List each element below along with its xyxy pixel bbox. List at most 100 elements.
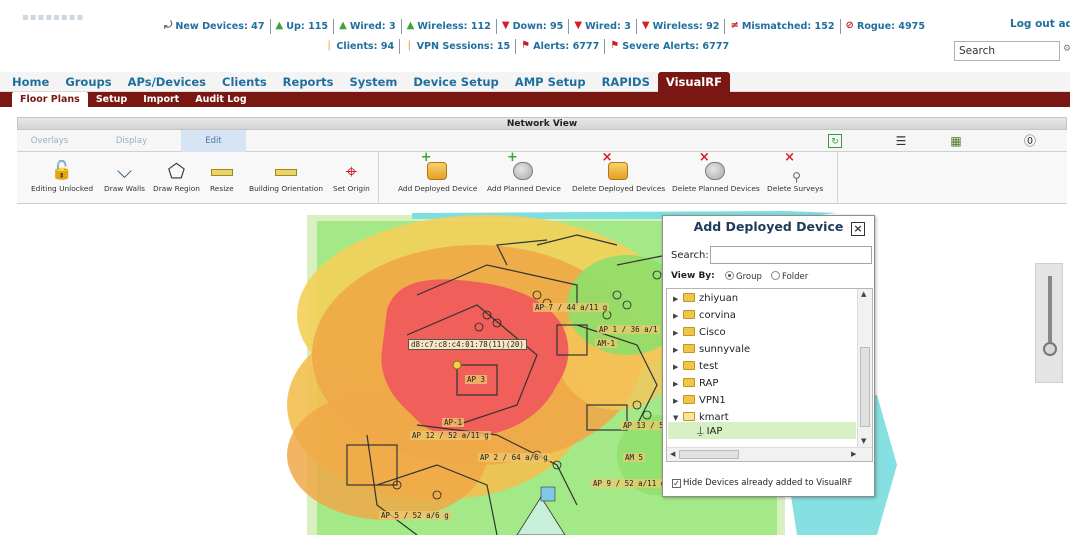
search-input[interactable]: Search — [954, 41, 1060, 61]
scroll-thumb[interactable] — [860, 347, 870, 427]
close-icon[interactable]: × — [851, 222, 865, 236]
scroll-right-icon[interactable]: ▶ — [851, 450, 856, 458]
vertical-scrollbar[interactable]: ▲ ▼ — [857, 289, 872, 447]
tab-amp-setup[interactable]: AMP Setup — [507, 72, 594, 92]
expand-arrow-icon[interactable]: ▶ — [673, 342, 683, 358]
subtab-floor-plans[interactable]: Floor Plans — [12, 92, 88, 107]
search-label: Search: — [671, 250, 709, 261]
view-by-group-radio[interactable]: Group — [725, 271, 762, 282]
subtab-audit-log[interactable]: Audit Log — [187, 92, 254, 107]
delete-surveys-button[interactable]: × ⚲ Delete Surveys — [767, 151, 823, 202]
expand-arrow-icon[interactable]: ▶ — [673, 291, 683, 307]
stat-vpn-sessions[interactable]: ❘ VPN Sessions: 15 — [400, 38, 517, 54]
search-options-icon[interactable]: ⚙ — [1063, 44, 1070, 54]
view-by-folder-radio[interactable]: Folder — [771, 271, 808, 282]
list-view-icon[interactable]: ☰ — [894, 134, 908, 148]
hide-added-devices-checkbox[interactable]: ✓ Hide Devices already added to VisualRF — [672, 478, 852, 488]
stat-mismatched[interactable]: ≠ Mismatched: 152 — [725, 18, 841, 34]
expand-arrow-icon[interactable]: ▶ — [673, 376, 683, 392]
collapse-arrow-icon[interactable]: ▼ — [673, 410, 683, 426]
expand-arrow-icon[interactable]: ▶ — [673, 325, 683, 341]
ap-label[interactable]: AP 1 / 36 a/1 — [597, 325, 660, 334]
delete-deployed-devices-button[interactable]: × Delete Deployed Devices — [572, 151, 665, 202]
ap-label[interactable]: AP 2 / 64 a/6 g — [478, 453, 550, 462]
mode-edit[interactable]: Edit — [181, 130, 246, 152]
stat-down[interactable]: ▼ Down: 95 — [497, 18, 570, 34]
crosshair-icon: ⌖ — [345, 159, 358, 183]
tree-item[interactable]: ▶ zhiyuan — [673, 291, 738, 307]
stat-down-wired[interactable]: ▼ Wired: 3 — [569, 18, 637, 34]
up-arrow-icon: ▲ — [275, 20, 284, 31]
stat-severe-alerts[interactable]: ⚑ Severe Alerts: 6777 — [605, 39, 734, 54]
subtab-setup[interactable]: Setup — [88, 92, 135, 107]
tab-visualrf[interactable]: VisualRF — [657, 71, 730, 92]
horizontal-scrollbar[interactable]: ◀ ▶ — [667, 447, 872, 461]
scroll-up-icon[interactable]: ▲ — [861, 290, 866, 298]
scroll-down-icon[interactable]: ▼ — [861, 437, 866, 445]
export-icon[interactable]: ▦ — [949, 134, 963, 148]
stat-new-devices[interactable]: ⤾ New Devices: 47 — [159, 18, 271, 34]
client-label[interactable]: d8:c7:c8:c4:01:78(11)(20) — [408, 339, 527, 350]
tab-reports[interactable]: Reports — [275, 72, 342, 92]
tree-item[interactable]: ▶ test — [673, 359, 718, 375]
toolbar-divider — [378, 152, 379, 204]
tab-clients[interactable]: Clients — [214, 72, 275, 92]
tab-rapids[interactable]: RAPIDS — [594, 72, 658, 92]
tab-groups[interactable]: Groups — [57, 72, 119, 92]
zoom-handle[interactable] — [1043, 342, 1057, 356]
expand-arrow-icon[interactable]: ▶ — [673, 393, 683, 409]
stat-rogue[interactable]: ⊘ Rogue: 4975 — [841, 19, 930, 34]
tree-item[interactable]: ▶ sunnyvale — [673, 342, 750, 358]
tree-item[interactable]: ▶ RAP — [673, 376, 718, 392]
tree-item[interactable]: ▶ Cisco — [673, 325, 726, 341]
tab-home[interactable]: Home — [4, 72, 57, 92]
expand-arrow-icon[interactable]: ▶ — [673, 308, 683, 324]
subtab-import[interactable]: Import — [135, 92, 187, 107]
help-icon[interactable]: ⓪ — [1023, 134, 1037, 148]
checkbox-checked-icon: ✓ — [672, 479, 681, 488]
device-search-input[interactable] — [710, 246, 872, 264]
ap-label[interactable]: AP 5 / 52 a/6 g — [379, 511, 451, 520]
stat-down-wireless[interactable]: ▼ Wireless: 92 — [637, 18, 726, 34]
add-deployed-device-dialog: Add Deployed Device × Search: View By: G… — [662, 215, 875, 497]
zoom-slider[interactable] — [1035, 263, 1063, 383]
stat-up-wired[interactable]: ▲ Wired: 3 — [334, 18, 402, 34]
draw-walls-button[interactable]: ⌵ Draw Walls — [104, 158, 145, 202]
set-origin-button[interactable]: ⌖ Set Origin — [333, 158, 370, 202]
ap-label[interactable]: AP 3 — [465, 375, 488, 384]
ap-label[interactable]: AP-1 — [442, 418, 465, 427]
down-arrow-icon: ▼ — [641, 20, 650, 31]
add-deployed-device-button[interactable]: + Add Deployed Device — [398, 151, 477, 202]
refresh-icon[interactable]: ↻ — [828, 134, 842, 148]
ap-label[interactable]: AP 9 / 52 a/11 g — [591, 479, 668, 488]
ap-label[interactable]: AM-1 — [595, 339, 618, 348]
tree-item[interactable]: ▶ corvina — [673, 308, 736, 324]
resize-button[interactable]: Resize — [210, 158, 234, 202]
group-tree: ▶ zhiyuan ▶ corvina ▶ Cisco ▶ sunnyvale ▶ tes… — [666, 288, 873, 462]
tree-item-device[interactable]: ⍊ IAP — [697, 423, 722, 439]
scroll-left-icon[interactable]: ◀ — [670, 450, 675, 458]
delete-planned-devices-button[interactable]: × Delete Planned Devices — [672, 151, 760, 202]
building-orientation-button[interactable]: Building Orientation — [249, 158, 323, 202]
severe-flag-icon: ⚑ — [610, 40, 620, 51]
stat-alerts[interactable]: ⚑ Alerts: 6777 — [516, 38, 606, 54]
floor-plan-canvas[interactable]: d8:c7:c8:c4:01:78(11)(20) AP 7 / 44 a/11… — [17, 205, 1067, 535]
ap-label[interactable]: AM 5 — [623, 453, 646, 462]
tab-system[interactable]: System — [341, 72, 405, 92]
stat-up[interactable]: ▲ Up: 115 — [271, 18, 335, 34]
stat-up-wireless[interactable]: ▲ Wireless: 112 — [402, 18, 497, 34]
mode-display[interactable]: Display — [99, 130, 164, 152]
logout-link[interactable]: Log out adm — [1010, 18, 1070, 30]
ap-label[interactable]: AP 7 / 44 a/11 g — [533, 303, 610, 312]
tree-item[interactable]: ▶ VPN1 — [673, 393, 726, 409]
tab-device-setup[interactable]: Device Setup — [405, 72, 506, 92]
mode-overlays[interactable]: Overlays — [17, 130, 82, 152]
draw-region-button[interactable]: ⬠ Draw Region — [153, 158, 200, 202]
add-planned-device-button[interactable]: + Add Planned Device — [487, 151, 561, 202]
scroll-thumb[interactable] — [679, 450, 739, 459]
tab-aps-devices[interactable]: APs/Devices — [120, 72, 214, 92]
ap-label[interactable]: AP 12 / 52 a/11 g — [410, 431, 491, 440]
stat-clients[interactable]: ❘ Clients: 94 — [320, 38, 401, 54]
expand-arrow-icon[interactable]: ▶ — [673, 359, 683, 375]
editing-unlocked-button[interactable]: 🔓 Editing Unlocked — [31, 158, 93, 202]
